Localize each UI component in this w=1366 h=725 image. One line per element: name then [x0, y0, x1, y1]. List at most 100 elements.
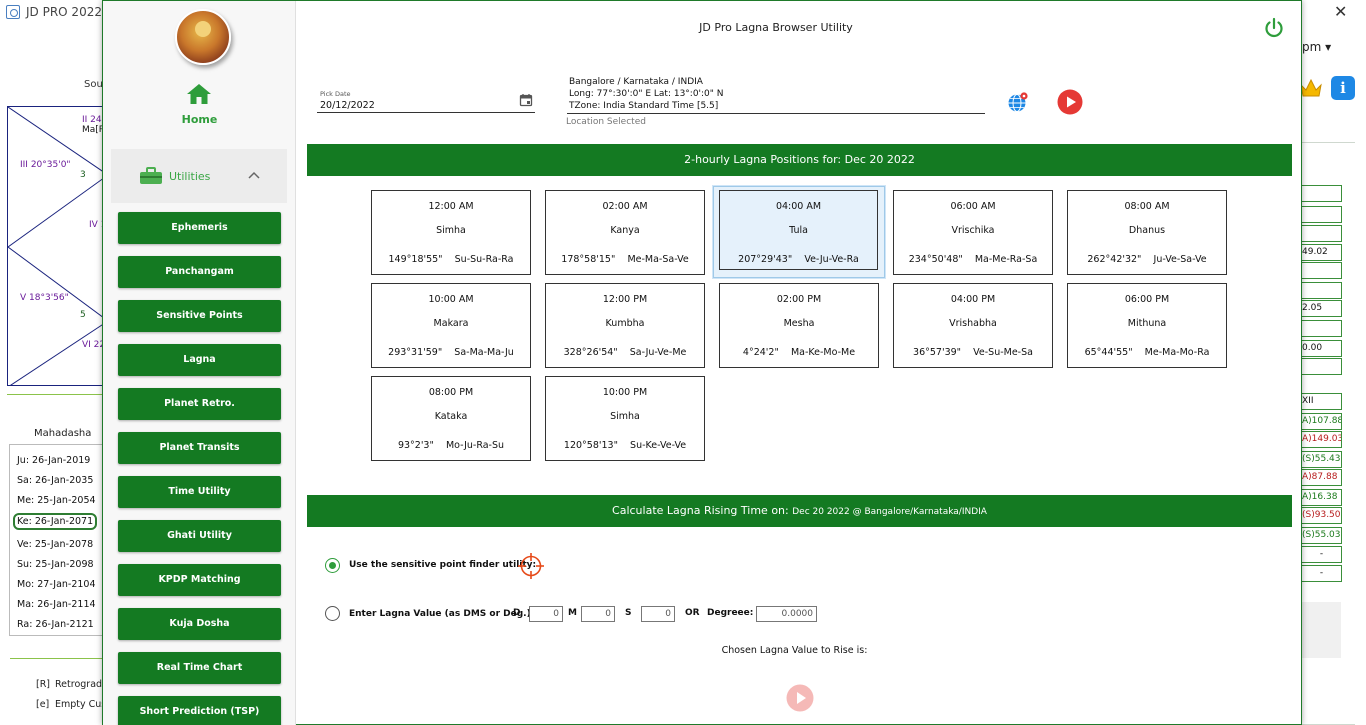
list-item[interactable]: Ra: 26-Jan-2121 — [15, 617, 96, 632]
lagna-degree: 207°29'43" — [738, 254, 793, 265]
crown-icon[interactable] — [1299, 77, 1323, 99]
lagna-card-inner: 04:00 AM Tula 207°29'43" Ve-Ju-Ve-Ra — [719, 190, 878, 270]
lagna-degree: 149°18'55" — [388, 254, 443, 265]
list-item[interactable]: Ma: 26-Jan-2114 — [15, 597, 98, 612]
play-button-icon[interactable] — [1057, 89, 1083, 115]
lagna-card[interactable]: 02:00 PM Mesha 4°24'2" Ma-Ke-Mo-Me — [719, 283, 879, 368]
rise-play-icon[interactable] — [786, 684, 814, 712]
lagna-browser-dialog: Home Utilities Ephemeris Panchangam Sens… — [102, 0, 1302, 725]
divider — [10, 658, 103, 659]
lagna-card[interactable]: 06:00 AM Vrischika 234°50'48" Ma-Me-Ra-S… — [893, 190, 1053, 275]
degree-decimal-input[interactable]: 0.0000 — [756, 606, 817, 622]
info-icon[interactable]: i — [1331, 76, 1355, 100]
utilities-label: Utilities — [169, 170, 211, 183]
lagna-lords: Me-Ma-Sa-Ve — [627, 254, 689, 265]
sidebar: Home Utilities Ephemeris Panchangam Sens… — [103, 1, 296, 725]
lagna-card[interactable]: 10:00 PM Simha 120°58'13" Su-Ke-Ve-Ve — [545, 376, 705, 461]
lagna-lords: Sa-Ju-Ve-Me — [629, 347, 687, 358]
lagna-card[interactable]: 04:00 PM Vrishabha 36°57'39" Ve-Su-Me-Sa — [893, 283, 1053, 368]
kpdp-matching-button[interactable]: KPDP Matching — [118, 564, 281, 596]
lagna-card-selected[interactable]: 04:00 AM Tula 207°29'43" Ve-Ju-Ve-Ra — [713, 186, 885, 278]
lagna-card[interactable]: 06:00 PM Mithuna 65°44'55" Me-Ma-Mo-Ra — [1067, 283, 1227, 368]
lagna-lords: Ju-Ve-Sa-Ve — [1153, 254, 1207, 265]
degree-decimal-label: Degreee: — [707, 608, 754, 618]
lagna-sign: Vrischika — [951, 225, 995, 236]
close-icon[interactable]: ✕ — [1334, 2, 1347, 21]
list-item[interactable]: Su: 25-Jan-2098 — [15, 557, 96, 572]
home-link[interactable]: Home — [103, 113, 296, 126]
lagna-degree: 4°24'2" — [742, 347, 779, 358]
pick-date-input[interactable]: 20/12/2022 — [320, 100, 375, 111]
value-box — [1299, 206, 1342, 223]
ghati-utility-button[interactable]: Ghati Utility — [118, 520, 281, 552]
list-item-selected[interactable]: Ke: 26-Jan-2071 — [13, 513, 98, 530]
lagna-degree-lords: 120°58'13" Su-Ke-Ve-Ve — [546, 440, 704, 451]
value-box — [1299, 185, 1342, 202]
lagna-sign: Mithuna — [1127, 318, 1167, 329]
location-place: Bangalore / Karnataka / INDIA — [569, 77, 703, 87]
pick-date-label: Pick Date — [320, 90, 351, 98]
globe-location-icon[interactable] — [1007, 91, 1029, 113]
list-item[interactable]: Mo: 27-Jan-2104 — [15, 577, 98, 592]
lagna-degree: 234°50'48" — [908, 254, 963, 265]
panchangam-button[interactable]: Panchangam — [118, 256, 281, 288]
time-utility-button[interactable]: Time Utility — [118, 476, 281, 508]
enter-lagna-radio[interactable] — [325, 606, 340, 621]
kuja-dosha-button[interactable]: Kuja Dosha — [118, 608, 281, 640]
calendar-icon[interactable] — [519, 93, 533, 107]
lagna-card[interactable]: 08:00 AM Dhanus 262°42'32" Ju-Ve-Sa-Ve — [1067, 190, 1227, 275]
lagna-lords: Ma-Ke-Mo-Me — [790, 347, 856, 358]
value-box — [1299, 320, 1342, 337]
lagna-time: 10:00 AM — [428, 294, 474, 305]
planet-transits-button[interactable]: Planet Transits — [118, 432, 281, 464]
calculate-rising-title: Calculate Lagna Rising Time on: — [612, 504, 789, 517]
lagna-card[interactable]: 10:00 AM Makara 293°31'59" Sa-Ma-Ma-Ju — [371, 283, 531, 368]
utilities-section-header[interactable]: Utilities — [111, 149, 287, 203]
real-time-chart-button[interactable]: Real Time Chart — [118, 652, 281, 684]
lagna-card[interactable]: 12:00 AM Simha 149°18'55" Su-Su-Ra-Ra — [371, 190, 531, 275]
sensitive-points-button[interactable]: Sensitive Points — [118, 300, 281, 332]
house-5-label: V 18°3'56" — [20, 293, 69, 303]
lagna-time: 02:00 AM — [602, 201, 648, 212]
lagna-sign: Dhanus — [1128, 225, 1166, 236]
lagna-time: 08:00 AM — [1124, 201, 1170, 212]
value-box: A)149.03 — [1299, 431, 1342, 448]
mahadasha-heading: Mahadasha — [34, 428, 92, 439]
main-content: JD Pro Lagna Browser Utility Pick Date 2… — [297, 1, 1302, 725]
lagna-degree: 36°57'39" — [913, 347, 962, 358]
enter-lagna-option-label: Enter Lagna Value (as DMS or Deg.): — [349, 609, 535, 619]
value-box: 0.00 — [1299, 340, 1342, 357]
short-prediction-button[interactable]: Short Prediction (TSP) — [118, 696, 281, 725]
value-box: - — [1299, 546, 1342, 563]
home-icon[interactable] — [186, 83, 212, 105]
chevron-up-icon[interactable] — [248, 169, 260, 181]
lagna-degree-lords: 293°31'59" Sa-Ma-Ma-Ju — [372, 347, 530, 358]
lagna-degree: 120°58'13" — [563, 440, 618, 451]
lagna-card[interactable]: 08:00 PM Kataka 93°2'3" Mo-Ju-Ra-Su — [371, 376, 531, 461]
lagna-button[interactable]: Lagna — [118, 344, 281, 376]
sensitive-point-radio[interactable] — [325, 558, 340, 573]
house-5-number: 5 — [80, 310, 86, 320]
degrees-input[interactable]: 0 — [529, 606, 563, 622]
lagna-time: 02:00 PM — [776, 294, 822, 305]
crosshair-target-icon[interactable] — [517, 552, 545, 580]
lagna-card[interactable]: 12:00 PM Kumbha 328°26'54" Sa-Ju-Ve-Me — [545, 283, 705, 368]
planet-retro-button[interactable]: Planet Retro. — [118, 388, 281, 420]
lagna-lords: Ve-Ju-Ve-Ra — [804, 254, 859, 265]
lagna-degree-lords: 328°26'54" Sa-Ju-Ve-Me — [546, 347, 704, 358]
lagna-degree-lords: 65°44'55" Me-Ma-Mo-Ra — [1068, 347, 1226, 358]
list-item[interactable]: Ju: 26-Jan-2019 — [15, 453, 92, 468]
list-item[interactable]: Ve: 25-Jan-2078 — [15, 537, 95, 552]
lagna-card[interactable]: 02:00 AM Kanya 178°58'15" Me-Ma-Sa-Ve — [545, 190, 705, 275]
seconds-input[interactable]: 0 — [641, 606, 675, 622]
value-box — [1299, 225, 1342, 242]
minutes-input[interactable]: 0 — [581, 606, 615, 622]
power-icon[interactable] — [1263, 17, 1285, 39]
list-item[interactable]: Me: 25-Jan-2054 — [15, 493, 98, 508]
ephemeris-button[interactable]: Ephemeris — [118, 212, 281, 244]
location-underline — [567, 113, 985, 114]
list-item[interactable]: Sa: 26-Jan-2035 — [15, 473, 95, 488]
lagna-lords: Ve-Su-Me-Sa — [973, 347, 1033, 358]
window-title: JD PRO 2022 - — [26, 5, 111, 19]
ampm-combo[interactable]: pm ▾ — [1302, 40, 1331, 54]
